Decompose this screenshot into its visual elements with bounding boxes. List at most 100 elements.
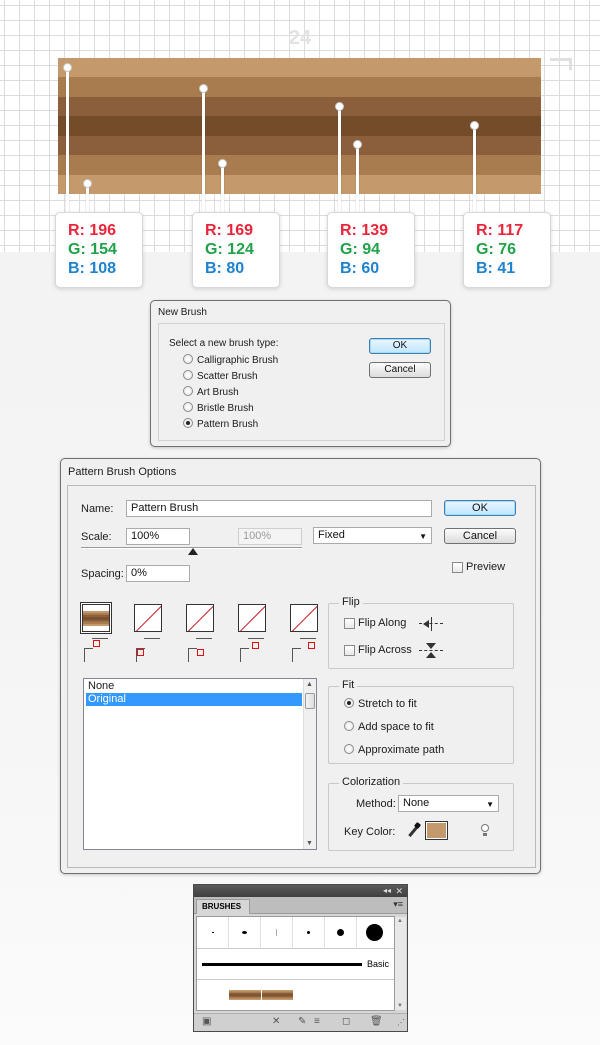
tile-inner-corner[interactable] bbox=[186, 604, 214, 632]
brush-library: Basic ▲ ▼ bbox=[196, 916, 406, 1011]
radio-add-space-to-fit[interactable]: Add space to fit bbox=[344, 721, 434, 733]
brush-libraries-menu-icon[interactable]: ▣ bbox=[202, 1016, 211, 1027]
cancel-button[interactable]: Cancel bbox=[369, 362, 431, 378]
options-of-selected-icon[interactable]: ≡ bbox=[314, 1016, 320, 1027]
wood-stripe bbox=[58, 58, 541, 78]
tile-list[interactable]: None Original ▲ ▼ bbox=[83, 678, 317, 850]
pin-line bbox=[63, 63, 72, 213]
radio-icon bbox=[183, 402, 193, 413]
key-color-swatch[interactable] bbox=[425, 821, 448, 840]
library-scrollbar[interactable]: ▲ ▼ bbox=[395, 917, 406, 1010]
tile-list-scrollbar[interactable]: ▲ ▼ bbox=[303, 679, 316, 849]
radio-pattern-brush[interactable]: Pattern Brush bbox=[183, 418, 258, 432]
tile-side-selected[interactable] bbox=[82, 604, 110, 632]
scroll-up-icon[interactable]: ▲ bbox=[306, 681, 313, 688]
green-value: G: 154 bbox=[68, 241, 117, 258]
brush-row-calligraphic bbox=[197, 917, 394, 949]
tile-start[interactable] bbox=[238, 604, 266, 632]
collapse-panel-icon[interactable]: ◂◂ bbox=[383, 885, 391, 897]
eyedropper-icon[interactable] bbox=[407, 821, 422, 838]
checkbox-icon bbox=[344, 617, 355, 629]
flip-across-label: Flip Across bbox=[358, 644, 412, 656]
blue-value: B: 41 bbox=[476, 260, 516, 277]
spacing-field[interactable]: 0% bbox=[126, 565, 190, 582]
colorization-group: Colorization Method: None ▼ Key Color: bbox=[328, 776, 514, 851]
fit-group: Fit Stretch to fit Add space to fit Appr… bbox=[328, 679, 514, 764]
resize-grip-icon[interactable]: ⋰ bbox=[397, 1018, 405, 1027]
slider-handle-icon[interactable] bbox=[188, 548, 198, 555]
brush-cell[interactable] bbox=[197, 917, 229, 949]
tile-list-item-none[interactable]: None bbox=[86, 680, 302, 693]
flip-across-checkbox[interactable]: Flip Across bbox=[344, 644, 412, 656]
panel-title-bar[interactable]: ◂◂ ✕ bbox=[194, 885, 407, 897]
red-value: R: 169 bbox=[205, 222, 254, 239]
ok-button[interactable]: OK bbox=[369, 338, 431, 354]
new-brush-dialog: New Brush Select a new brush type: Calli… bbox=[150, 300, 451, 447]
preview-label: Preview bbox=[466, 561, 506, 573]
brush-options-icon[interactable]: ✎ bbox=[298, 1016, 306, 1027]
scroll-down-icon[interactable]: ▼ bbox=[397, 1003, 403, 1009]
brushes-tab-label: BRUSHES bbox=[202, 902, 242, 911]
dialog-body: Select a new brush type: Calligraphic Br… bbox=[158, 323, 445, 441]
pin-head bbox=[63, 63, 72, 72]
radio-bristle-brush[interactable]: Bristle Brush bbox=[183, 402, 254, 416]
scale-field[interactable]: 100% bbox=[126, 528, 190, 545]
brush-cell[interactable] bbox=[261, 917, 293, 949]
cancel-button[interactable]: Cancel bbox=[444, 528, 516, 544]
green-value: G: 124 bbox=[205, 241, 254, 258]
method-label: Method: bbox=[356, 798, 396, 810]
radio-label: Approximate path bbox=[358, 744, 445, 756]
radio-scatter-brush[interactable]: Scatter Brush bbox=[183, 370, 258, 384]
brush-cell[interactable] bbox=[293, 917, 325, 949]
ok-button[interactable]: OK bbox=[444, 500, 516, 516]
new-brush-icon[interactable]: ◻ bbox=[342, 1016, 350, 1027]
radio-calligraphic-brush[interactable]: Calligraphic Brush bbox=[183, 354, 278, 368]
brush-type-prompt: Select a new brush type: bbox=[169, 338, 279, 349]
scroll-down-icon[interactable]: ▼ bbox=[306, 840, 313, 847]
scroll-up-icon[interactable]: ▲ bbox=[397, 918, 403, 924]
green-value: G: 76 bbox=[476, 241, 517, 258]
wood-stripe bbox=[58, 174, 541, 195]
start-tile-icon bbox=[240, 638, 264, 662]
pin-head bbox=[470, 121, 479, 130]
delete-brush-icon[interactable]: 🗑 bbox=[370, 1016, 383, 1027]
brush-cell[interactable] bbox=[229, 917, 261, 949]
tips-lightbulb-icon[interactable] bbox=[479, 823, 491, 837]
tile-end[interactable] bbox=[290, 604, 318, 632]
brushes-tab[interactable]: BRUSHES bbox=[196, 899, 250, 914]
brush-row-pattern[interactable] bbox=[197, 980, 394, 1010]
flip-group-title: Flip bbox=[339, 596, 363, 608]
pin-line bbox=[335, 102, 344, 213]
flip-along-checkbox[interactable]: Flip Along bbox=[344, 617, 406, 629]
brush-cell[interactable] bbox=[357, 917, 394, 949]
close-icon[interactable]: ✕ bbox=[395, 885, 403, 897]
tile-list-item-original[interactable]: Original bbox=[86, 693, 302, 706]
name-label: Name: bbox=[81, 503, 114, 515]
wood-color-swatch bbox=[58, 58, 541, 195]
radio-icon bbox=[344, 721, 354, 732]
red-value: R: 196 bbox=[68, 222, 117, 239]
preview-checkbox[interactable]: Preview bbox=[452, 561, 505, 573]
wood-stripe bbox=[58, 96, 541, 117]
brush-cell[interactable] bbox=[325, 917, 357, 949]
pattern-brush-options-dialog: Pattern Brush Options Name: Pattern Brus… bbox=[60, 458, 541, 874]
brush-row-basic[interactable]: Basic bbox=[197, 949, 394, 980]
method-select[interactable]: None ▼ bbox=[398, 795, 499, 812]
radio-label: Art Brush bbox=[197, 387, 239, 398]
rgb-readout-2: R: 169 G: 124 B: 80 bbox=[192, 212, 280, 288]
panel-tab-row: BRUSHES ▾≡ bbox=[194, 897, 407, 914]
scale-mode-select[interactable]: Fixed ▼ bbox=[313, 527, 432, 544]
radio-label: Bristle Brush bbox=[197, 403, 254, 414]
radio-stretch-to-fit[interactable]: Stretch to fit bbox=[344, 698, 417, 710]
radio-label: Calligraphic Brush bbox=[197, 355, 279, 366]
radio-art-brush[interactable]: Art Brush bbox=[183, 386, 239, 400]
radio-approximate-path[interactable]: Approximate path bbox=[344, 744, 444, 756]
colorization-group-title: Colorization bbox=[339, 776, 404, 788]
tile-outer-corner[interactable] bbox=[134, 604, 162, 632]
remove-brush-stroke-icon[interactable]: ✕ bbox=[272, 1016, 280, 1027]
scrollbar-thumb[interactable] bbox=[305, 693, 315, 709]
name-field[interactable]: Pattern Brush bbox=[126, 500, 432, 517]
radio-label: Scatter Brush bbox=[197, 371, 258, 382]
panel-menu-icon[interactable]: ▾≡ bbox=[393, 899, 403, 910]
blue-value: B: 108 bbox=[68, 260, 117, 277]
